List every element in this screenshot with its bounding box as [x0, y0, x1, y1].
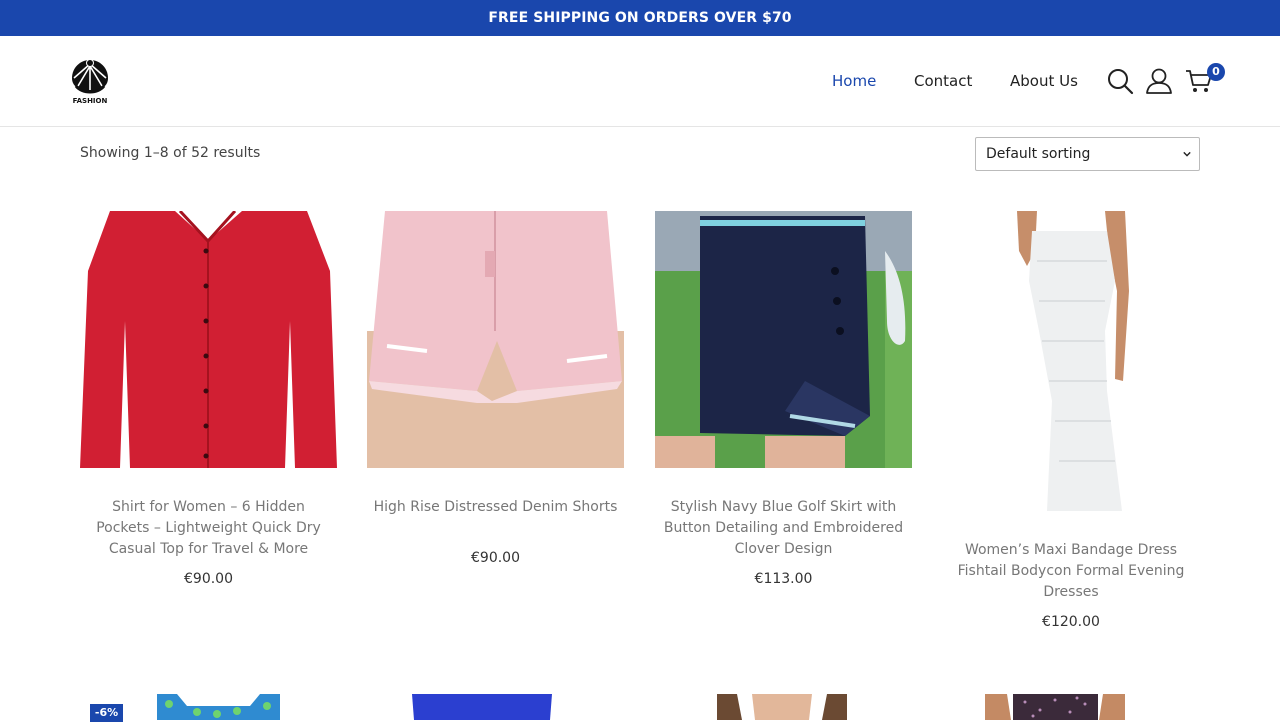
- user-icon[interactable]: [1144, 66, 1174, 96]
- nav-home[interactable]: Home: [832, 72, 876, 90]
- sort-select[interactable]: Default sorting: [975, 137, 1200, 171]
- announcement-text: FREE SHIPPING ON ORDERS OVER $70: [488, 10, 792, 26]
- logo-text: FASHION: [73, 97, 108, 105]
- site-header: FASHION Home Contact About Us: [0, 36, 1280, 127]
- product-image-row2-1[interactable]: [157, 694, 280, 720]
- product-image-golf-skirt[interactable]: [655, 211, 912, 468]
- nav-about-us[interactable]: About Us: [1010, 72, 1078, 90]
- chevron-down-icon: [1183, 151, 1191, 157]
- product-title[interactable]: Women’s Maxi Bandage Dress Fishtail Body…: [946, 540, 1196, 603]
- sort-selected-value: Default sorting: [986, 146, 1091, 162]
- site-logo[interactable]: FASHION: [68, 56, 112, 106]
- logo-icon: FASHION: [72, 59, 108, 105]
- announcement-bar: FREE SHIPPING ON ORDERS OVER $70: [0, 0, 1280, 36]
- search-icon[interactable]: [1105, 66, 1135, 96]
- product-title[interactable]: High Rise Distressed Denim Shorts: [372, 497, 619, 518]
- product-image-denim-shorts[interactable]: [367, 211, 624, 468]
- nav-contact[interactable]: Contact: [914, 72, 972, 90]
- product-title[interactable]: Stylish Navy Blue Golf Skirt with Button…: [660, 497, 907, 560]
- results-count: Showing 1–8 of 52 results: [80, 145, 261, 161]
- product-price: €90.00: [184, 571, 233, 587]
- product-image-row2-3[interactable]: [717, 694, 847, 720]
- product-image-maxi-dress[interactable]: [1007, 211, 1135, 511]
- product-image-row2-4[interactable]: [985, 694, 1125, 720]
- product-price: €120.00: [1042, 614, 1100, 630]
- cart-count-badge: 0: [1207, 63, 1225, 81]
- product-price: €113.00: [754, 571, 813, 587]
- product-image-red-shirt[interactable]: [80, 211, 337, 468]
- product-image-row2-2[interactable]: [412, 694, 552, 720]
- sale-badge: -6%: [90, 704, 123, 722]
- product-price: €90.00: [471, 550, 520, 566]
- product-title[interactable]: Shirt for Women – 6 Hidden Pockets – Lig…: [85, 497, 332, 560]
